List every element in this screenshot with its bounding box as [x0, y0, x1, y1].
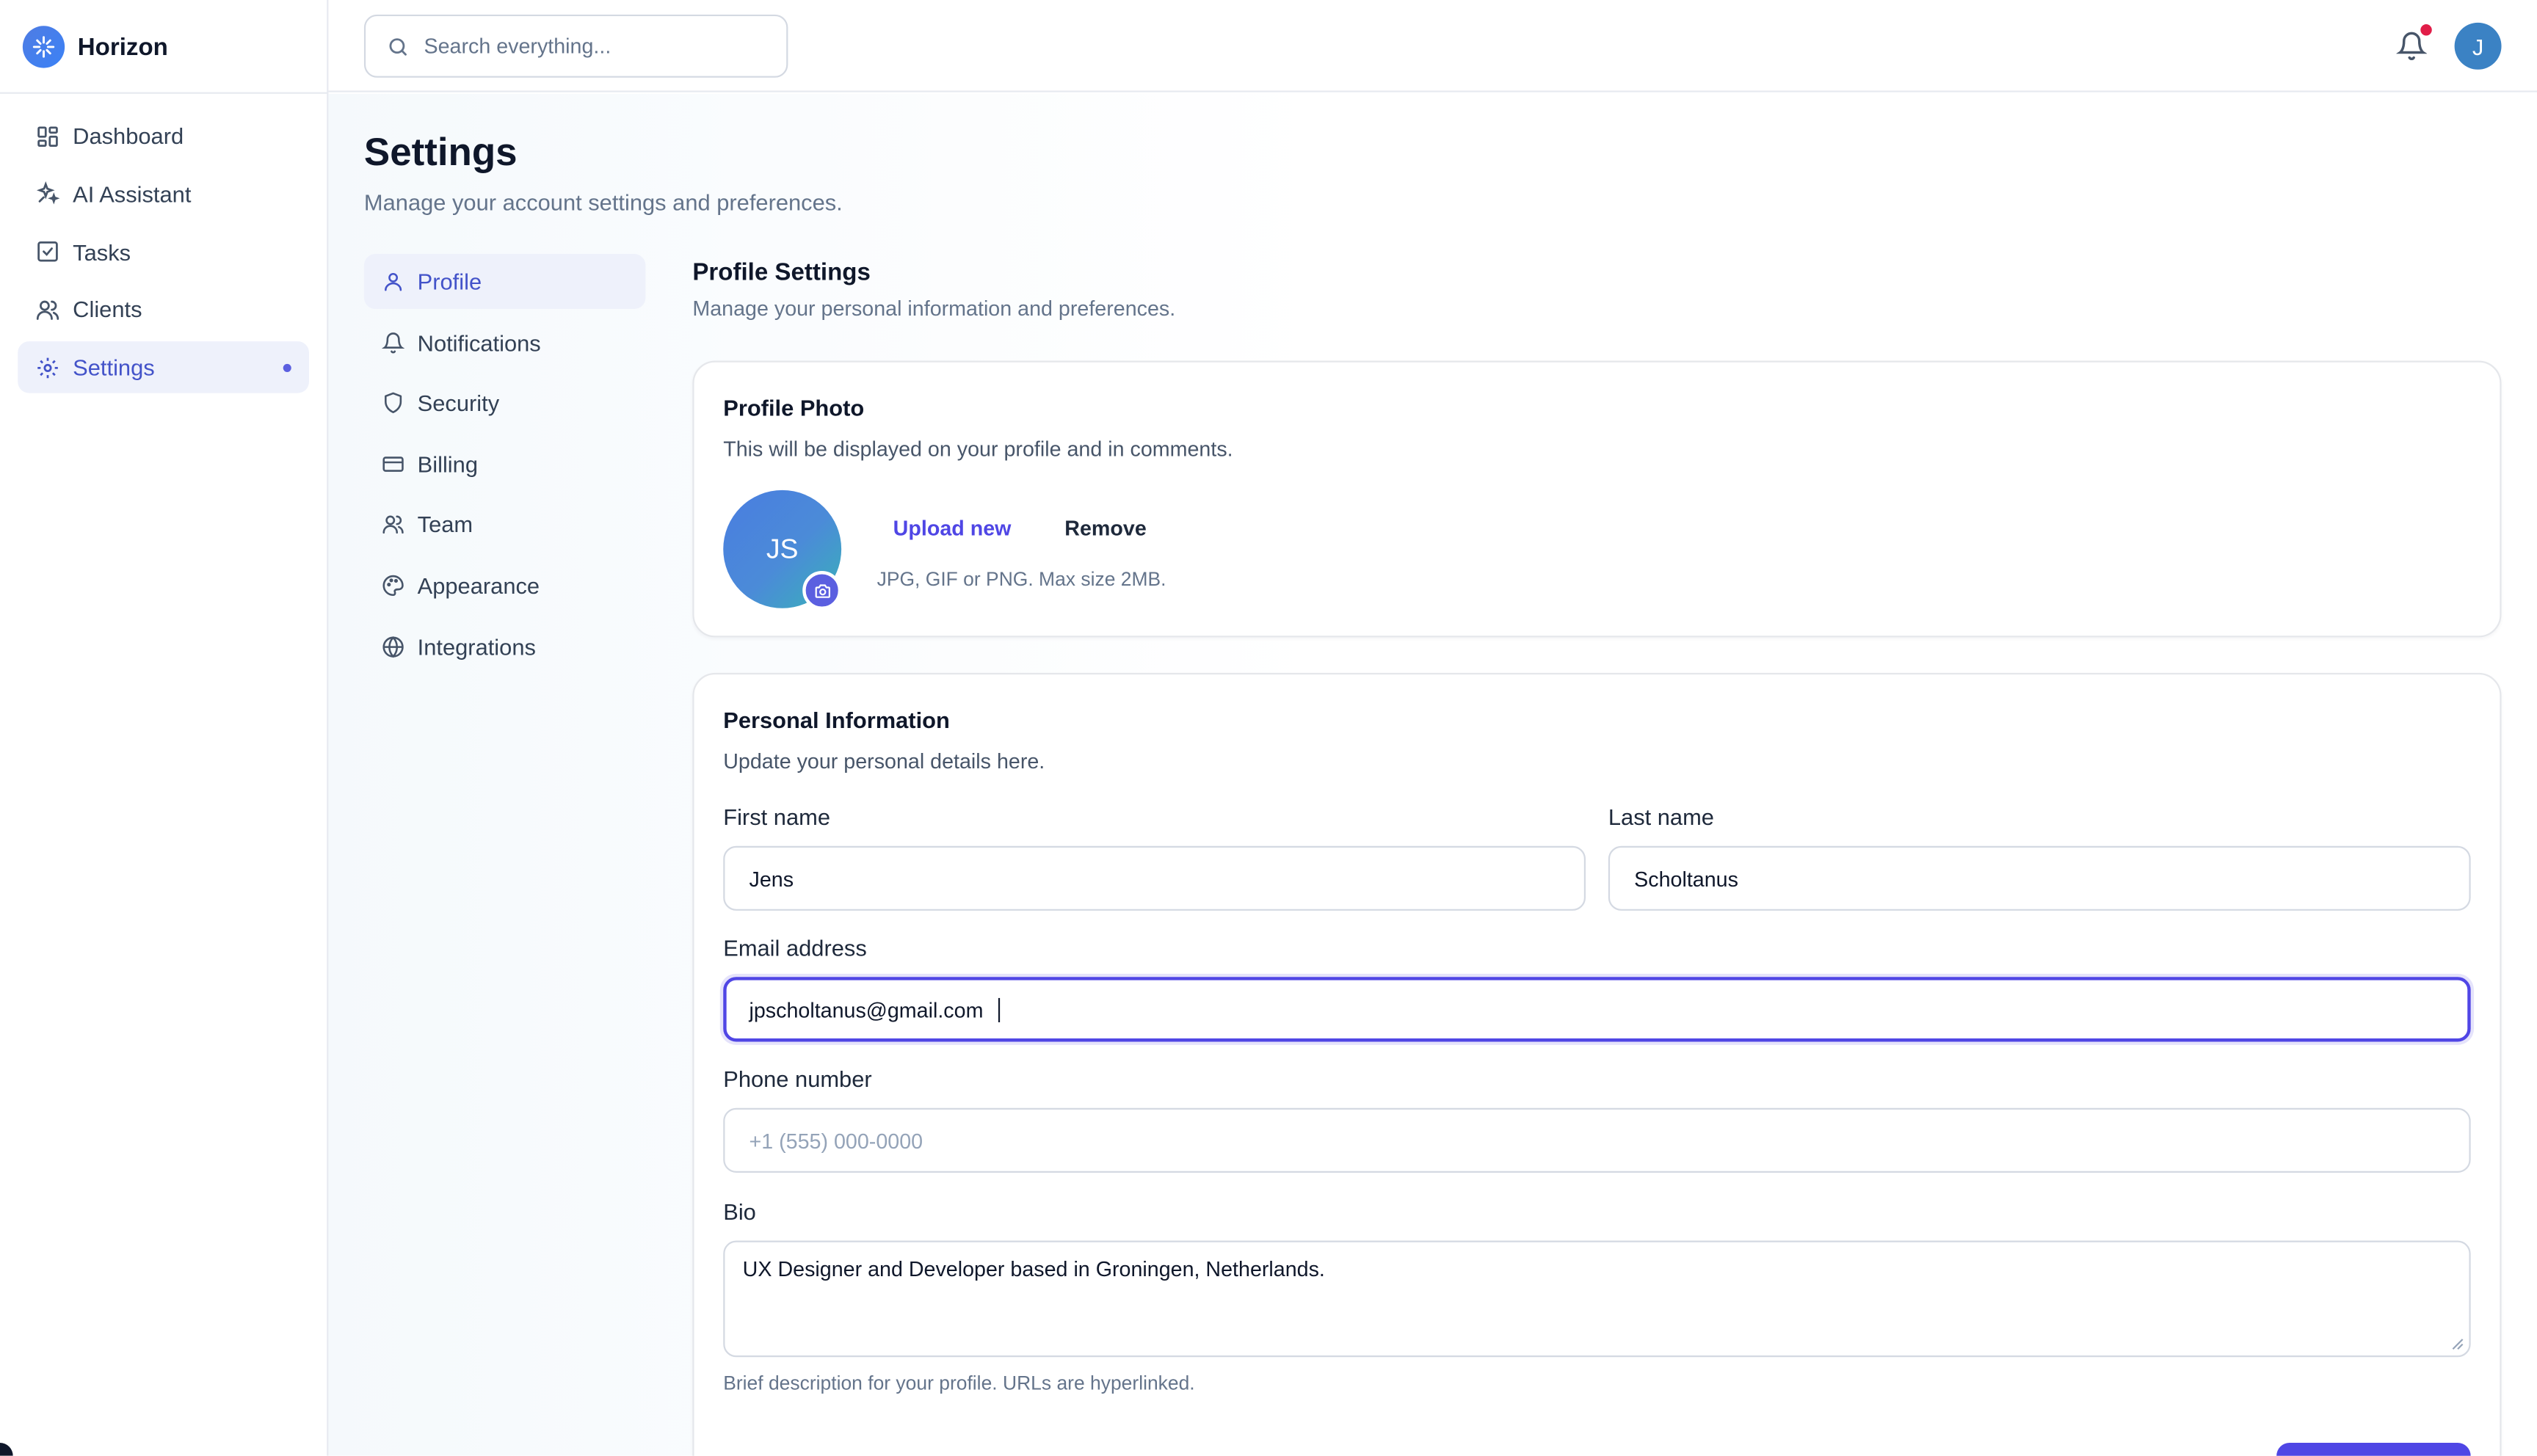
last-name-value: Scholtanus: [1634, 866, 1738, 891]
sidebar-item-label: AI Assistant: [73, 181, 192, 207]
users-icon: [35, 297, 59, 321]
settings-tab-label: Integrations: [417, 633, 536, 660]
photo-hint: JPG, GIF or PNG. Max size 2MB.: [876, 567, 1166, 591]
settings-tab-label: Profile: [417, 268, 482, 295]
check-square-icon: [35, 239, 59, 263]
sidebar-item-label: Dashboard: [73, 123, 184, 149]
globe-icon: [382, 635, 404, 658]
search-icon: [387, 34, 410, 57]
sidebar-item-ai-assistant[interactable]: AI Assistant: [18, 168, 309, 220]
settings-tab-notifications[interactable]: Notifications: [364, 315, 646, 370]
bio-value: UX Designer and Developer based in Groni…: [742, 1256, 1325, 1281]
bio-help-text: Brief description for your profile. URLs…: [723, 1372, 1195, 1394]
settings-tab-appearance[interactable]: Appearance: [364, 558, 646, 613]
sidebar-item-tasks[interactable]: Tasks: [18, 226, 309, 278]
divider: [0, 92, 329, 94]
section-subtitle: Manage your personal information and pre…: [692, 296, 1176, 321]
credit-card-icon: [382, 453, 404, 476]
bio-textarea[interactable]: UX Designer and Developer based in Groni…: [723, 1240, 2471, 1358]
sidebar-item-label: Tasks: [73, 239, 131, 265]
brand-name: Horizon: [77, 33, 168, 61]
save-button[interactable]: [2276, 1443, 2471, 1456]
resize-handle-icon[interactable]: [2451, 1338, 2464, 1351]
settings-tab-label: Billing: [417, 451, 479, 477]
settings-nav: Profile Notifications Security Billing T…: [363, 254, 646, 680]
email-field[interactable]: jpscholtanus@gmail.com: [723, 977, 2471, 1042]
settings-tab-team[interactable]: Team: [364, 497, 646, 552]
settings-tab-label: Security: [417, 390, 500, 416]
phone-label: Phone number: [723, 1066, 872, 1092]
user-icon: [382, 270, 404, 293]
sidebar-item-label: Settings: [73, 354, 155, 381]
settings-tab-label: Notifications: [417, 329, 541, 356]
sidebar-item-dashboard[interactable]: Dashboard: [18, 110, 309, 162]
email-label: Email address: [723, 934, 867, 961]
settings-tab-security[interactable]: Security: [364, 376, 646, 431]
notification-badge: [2420, 24, 2432, 36]
notification-bell-icon[interactable]: [2396, 31, 2428, 62]
palette-icon: [382, 574, 404, 597]
card-title: Profile Photo: [723, 394, 865, 421]
camera-icon[interactable]: [802, 571, 842, 610]
page-subtitle: Manage your account settings and prefere…: [363, 189, 843, 216]
gear-icon: [35, 355, 59, 379]
profile-photo-card: Profile Photo This will be displayed on …: [692, 360, 2502, 638]
sidebar-item-settings[interactable]: Settings: [18, 341, 309, 394]
first-name-label: First name: [723, 804, 830, 830]
section-title: Profile Settings: [692, 258, 871, 287]
sparkle-logo-icon: [22, 26, 65, 68]
sparkle-icon: [35, 181, 60, 206]
personal-info-card: Personal Information Update your persona…: [692, 672, 2502, 1456]
window-corner: [0, 1443, 13, 1456]
sidebar: Horizon Dashboard AI Assistant Tasks Cli…: [0, 0, 329, 1456]
card-subtitle: Update your personal details here.: [723, 749, 1045, 774]
sidebar-nav: Dashboard AI Assistant Tasks Clients Set…: [18, 110, 309, 399]
card-title: Personal Information: [723, 707, 950, 733]
team-icon: [382, 514, 404, 536]
main-content: Settings Manage your account settings an…: [328, 93, 2537, 1456]
first-name-field[interactable]: Jens: [723, 845, 1586, 911]
sidebar-item-label: Clients: [73, 296, 142, 323]
phone-field[interactable]: +1 (555) 000-0000: [723, 1107, 2471, 1173]
settings-tab-integrations[interactable]: Integrations: [364, 619, 646, 674]
first-name-value: Jens: [749, 866, 794, 891]
settings-tab-label: Team: [417, 512, 473, 538]
last-name-field[interactable]: Scholtanus: [1608, 845, 2471, 911]
upload-new-button[interactable]: Upload new: [893, 516, 1012, 540]
sidebar-item-clients[interactable]: Clients: [18, 284, 309, 336]
card-subtitle: This will be displayed on your profile a…: [723, 437, 1233, 462]
page-title: Settings: [363, 131, 518, 175]
settings-tab-profile[interactable]: Profile: [363, 254, 646, 309]
active-indicator-dot: [283, 364, 291, 373]
settings-tab-label: Appearance: [417, 572, 540, 599]
last-name-label: Last name: [1608, 804, 1714, 830]
phone-placeholder: +1 (555) 000-0000: [749, 1128, 923, 1153]
text-caret: [998, 997, 1000, 1022]
settings-tab-billing[interactable]: Billing: [364, 437, 646, 492]
brand[interactable]: Horizon: [22, 26, 168, 68]
search-input[interactable]: Search everything...: [363, 14, 788, 78]
topbar: Search everything... J: [328, 0, 2537, 92]
dashboard-icon: [35, 124, 59, 148]
shield-icon: [382, 392, 404, 415]
email-value: jpscholtanus@gmail.com: [749, 997, 984, 1022]
bio-label: Bio: [723, 1198, 756, 1225]
remove-photo-button[interactable]: Remove: [1064, 516, 1146, 540]
app-window: Horizon Dashboard AI Assistant Tasks Cli…: [0, 0, 2537, 1456]
avatar[interactable]: J: [2454, 22, 2502, 70]
search-placeholder: Search everything...: [424, 34, 611, 59]
bell-icon: [382, 331, 405, 354]
